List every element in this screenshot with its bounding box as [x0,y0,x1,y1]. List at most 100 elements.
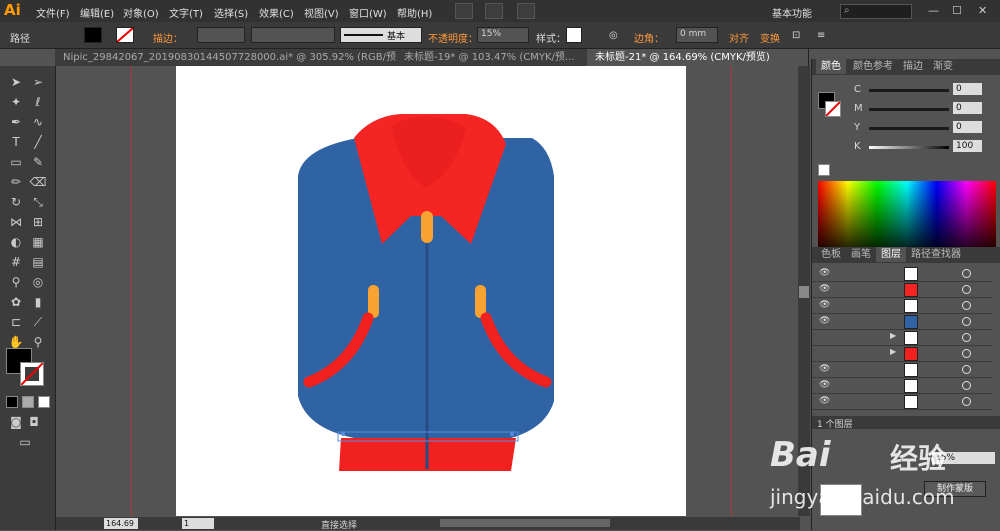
menu-select[interactable]: 选择(S) [214,5,248,20]
menu-type[interactable]: 文字(T) [169,5,203,20]
expand-arrow-icon[interactable]: ▶ [890,347,896,356]
curvature-tool-icon[interactable]: ∿ [29,114,47,130]
tab-gradient[interactable]: 渐变 [928,59,958,74]
graphic-style-swatch[interactable] [566,27,582,43]
screen-mode-icon[interactable]: ▭ [16,434,34,450]
black-slider[interactable] [869,146,949,149]
maximize-icon[interactable]: ☐ [952,4,962,17]
variable-width-profile[interactable] [251,27,335,43]
tab-layers[interactable]: 图层 [876,247,906,262]
minimize-icon[interactable]: — [928,4,939,17]
none-mode-icon[interactable] [38,396,50,408]
pen-tool-icon[interactable]: ✒ [7,114,25,130]
menu-help[interactable]: 帮助(H) [397,5,432,20]
visibility-eye-icon[interactable]: 👁 [819,284,830,294]
paintbrush-icon[interactable]: ✎ [29,154,47,170]
tab-swatches[interactable]: 色板 [816,247,846,262]
visibility-eye-icon[interactable]: 👁 [819,268,830,278]
tab-color-guide[interactable]: 颜色参考 [848,59,898,74]
direct-selection-tool-icon[interactable]: ➢ [29,74,47,90]
brush-definition[interactable]: 基本 [340,27,422,43]
expand-arrow-icon[interactable]: ▶ [890,331,896,340]
slice-tool-icon[interactable]: ⟋ [29,314,47,330]
target-circle[interactable] [962,333,971,342]
bridge-button[interactable] [455,3,473,19]
sync-button[interactable] [517,3,535,19]
menu-effect[interactable]: 效果(C) [259,5,294,20]
visibility-eye-icon[interactable]: 👁 [819,316,830,326]
fill-swatch[interactable] [84,27,102,43]
target-circle[interactable] [962,317,971,326]
yellow-value[interactable]: 0 [953,121,982,133]
gradient-mode-icon[interactable] [22,396,34,408]
tab-brushes[interactable]: 画笔 [846,247,876,262]
recolor-icon[interactable]: ◎ [609,30,618,41]
tab-stroke[interactable]: 描边 [898,59,928,74]
type-tool-icon[interactable]: T [7,134,25,150]
artboard-tool-icon[interactable]: ⊏ [7,314,25,330]
workspace-switcher[interactable]: 基本功能 [772,5,812,20]
tab-pathfinder[interactable]: 路径查找器 [906,247,966,262]
eraser-icon[interactable]: ⌫ [29,174,47,190]
tab-untitled-21[interactable]: 未标题-21* @ 164.69% (CMYK/预览) [587,49,809,66]
blend-tool-icon[interactable]: ◎ [29,274,47,290]
menu-view[interactable]: 视图(V) [304,5,339,20]
tab-untitled-19[interactable]: 未标题-19* @ 103.47% (CMYK/预... [396,49,595,66]
yellow-slider[interactable] [869,127,949,130]
panel-stroke-swatch[interactable] [825,101,841,117]
target-circle[interactable] [962,285,971,294]
stroke-label[interactable]: 描边： [153,30,183,45]
tab-nipic[interactable]: Nipic_29842067_20190830144507728000.ai* … [55,49,404,66]
gradient-tool-icon[interactable]: ▤ [29,254,47,270]
target-circle[interactable] [962,269,971,278]
corner-label[interactable]: 边角： [634,30,664,45]
target-circle[interactable] [962,381,971,390]
isolate-icon[interactable]: ⊡ [792,30,800,41]
cyan-slider[interactable] [869,89,949,92]
opacity-label[interactable]: 不透明度： [428,30,478,45]
black-value[interactable]: 100 [953,140,982,152]
width-tool-icon[interactable]: ⋈ [7,214,25,230]
cyan-value[interactable]: 0 [953,83,982,95]
zoom-field[interactable]: 164.69 [104,518,138,529]
rotate-tool-icon[interactable]: ↻ [7,194,25,210]
target-circle[interactable] [962,397,971,406]
visibility-eye-icon[interactable]: 👁 [819,396,830,406]
close-icon[interactable]: ✕ [978,4,987,17]
none-swatch[interactable] [818,164,830,176]
magenta-value[interactable]: 0 [953,102,982,114]
search-input[interactable]: ⌕ [840,4,912,19]
vertical-scroll-thumb[interactable] [799,286,809,298]
transform-link[interactable]: 变换 [760,30,780,45]
opacity-field[interactable]: 15% [477,27,529,43]
line-tool-icon[interactable]: ╱ [29,134,47,150]
color-mode-icon[interactable] [6,396,18,408]
rectangle-tool-icon[interactable]: ▭ [7,154,25,170]
selection-tool-icon[interactable]: ➤ [7,74,25,90]
canvas[interactable] [56,66,798,516]
lasso-icon[interactable]: ℓ [29,94,47,110]
visibility-eye-icon[interactable]: 👁 [819,300,830,310]
visibility-eye-icon[interactable]: 👁 [819,364,830,374]
eyedropper-icon[interactable]: ⚲ [7,274,25,290]
panel-menu-icon[interactable]: ≡ [817,30,825,41]
menu-file[interactable]: 文件(F) [36,5,70,20]
menu-window[interactable]: 窗口(W) [349,5,387,20]
target-circle[interactable] [962,349,971,358]
free-transform-icon[interactable]: ⊞ [29,214,47,230]
target-circle[interactable] [962,301,971,310]
perspective-grid-icon[interactable]: ▦ [29,234,47,250]
visibility-eye-icon[interactable]: 👁 [819,380,830,390]
menu-object[interactable]: 对象(O) [123,5,159,20]
mesh-tool-icon[interactable]: # [7,254,25,270]
horizontal-scroll-thumb[interactable] [440,519,610,527]
corner-radius-field[interactable]: 0 mm [676,27,718,43]
artboard-number-field[interactable]: 1 [182,518,214,529]
target-circle[interactable] [962,365,971,374]
arrange-documents-button[interactable] [485,3,503,19]
draw-normal-icon[interactable]: ◙ [7,414,25,430]
menu-edit[interactable]: 编辑(E) [80,5,114,20]
magic-wand-icon[interactable]: ✦ [7,94,25,110]
symbol-sprayer-icon[interactable]: ✿ [7,294,25,310]
pencil-icon[interactable]: ✏ [7,174,25,190]
